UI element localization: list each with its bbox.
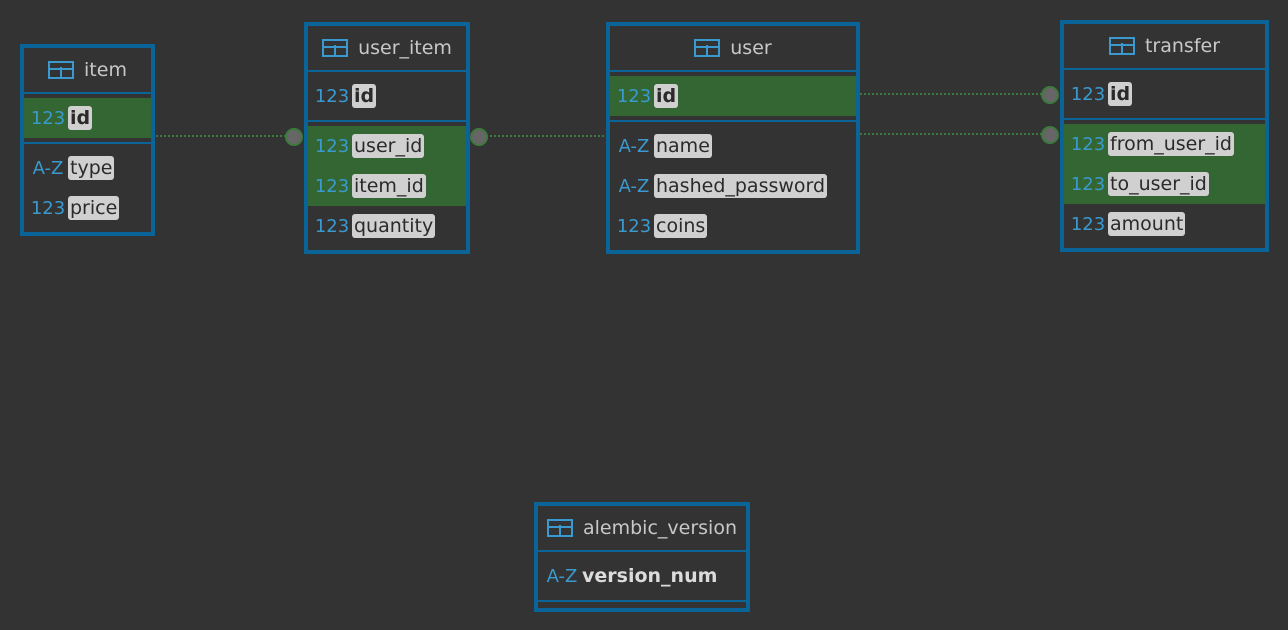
table-icon <box>322 39 349 57</box>
column-name: id <box>68 106 93 130</box>
column-section: 123 id <box>308 72 466 122</box>
table-icon <box>547 519 573 537</box>
column-section: A-Z type 123 price <box>24 144 151 232</box>
numeric-type-icon: 123 <box>314 85 350 107</box>
column-section <box>538 602 746 608</box>
numeric-type-icon: 123 <box>30 197 66 219</box>
column-row[interactable]: 123 id <box>610 76 856 116</box>
numeric-type-icon: 123 <box>1070 83 1106 105</box>
text-type-icon: A-Z <box>618 175 650 197</box>
table-icon <box>1108 37 1135 55</box>
column-name: coins <box>654 214 708 238</box>
column-row[interactable]: 123 coins <box>610 206 856 246</box>
table-title: user_item <box>358 37 452 59</box>
numeric-type-icon: 123 <box>30 107 66 129</box>
table-title: transfer <box>1144 35 1221 57</box>
column-row[interactable]: 123 id <box>24 98 151 138</box>
column-row[interactable]: 123 price <box>24 188 151 228</box>
numeric-type-icon: 123 <box>616 215 652 237</box>
table-title: user <box>730 37 772 59</box>
column-name: from_user_id <box>1108 132 1234 156</box>
column-section: 123 user_id 123 item_id 123 quantity <box>308 122 466 250</box>
column-section: A-Z name A-Z hashed_password 123 coins <box>610 122 856 250</box>
column-row[interactable]: A-Z version_num <box>538 556 746 596</box>
column-section: 123 id <box>610 72 856 122</box>
table-title: item <box>84 59 127 81</box>
table-user[interactable]: user 123 id A-Z name A-Z hashed_password 123 coi… <box>606 22 860 254</box>
column-row[interactable]: 123 from_user_id <box>1064 124 1265 164</box>
table-transfer[interactable]: transfer 123 id 123 from_user_id 123 to_user_i… <box>1060 20 1269 252</box>
column-row[interactable]: A-Z type <box>24 148 151 188</box>
column-name: type <box>68 156 115 180</box>
table-header: transfer <box>1064 24 1265 70</box>
table-title: alembic_version <box>583 517 737 539</box>
column-name: price <box>68 196 120 220</box>
column-row[interactable]: 123 item_id <box>308 166 466 206</box>
column-name: version_num <box>582 565 718 587</box>
column-name: item_id <box>352 174 426 198</box>
table-icon <box>694 39 721 57</box>
column-section: 123 from_user_id 123 to_user_id 123 amount <box>1064 120 1265 248</box>
text-type-icon: A-Z <box>32 157 64 179</box>
column-row[interactable]: 123 id <box>1064 74 1265 114</box>
numeric-type-icon: 123 <box>1070 133 1106 155</box>
column-row[interactable]: 123 id <box>308 76 466 116</box>
link-endpoint <box>1041 126 1059 144</box>
link-endpoint <box>285 128 303 146</box>
link-endpoint <box>1041 86 1059 104</box>
table-header: alembic_version <box>538 506 746 552</box>
column-name: id <box>654 84 679 108</box>
column-name: id <box>1108 82 1133 106</box>
numeric-type-icon: 123 <box>314 175 350 197</box>
column-row[interactable]: 123 to_user_id <box>1064 164 1265 204</box>
column-row[interactable]: 123 amount <box>1064 204 1265 244</box>
link-endpoint <box>470 128 488 146</box>
column-name: name <box>654 134 712 158</box>
column-name: hashed_password <box>654 174 828 198</box>
numeric-type-icon: 123 <box>1070 173 1106 195</box>
text-type-icon: A-Z <box>618 135 650 157</box>
table-header: user_item <box>308 26 466 72</box>
column-name: to_user_id <box>1108 172 1209 196</box>
numeric-type-icon: 123 <box>616 85 652 107</box>
column-name: id <box>352 84 377 108</box>
column-section: 123 id <box>1064 70 1265 120</box>
table-item[interactable]: item 123 id A-Z type 123 price <box>20 44 155 236</box>
column-row[interactable]: 123 quantity <box>308 206 466 246</box>
column-row[interactable]: 123 user_id <box>308 126 466 166</box>
numeric-type-icon: 123 <box>1070 213 1106 235</box>
table-header: item <box>24 48 151 94</box>
column-name: quantity <box>352 214 436 238</box>
column-section: 123 id <box>24 94 151 144</box>
column-name: amount <box>1108 212 1186 236</box>
column-row[interactable]: A-Z hashed_password <box>610 166 856 206</box>
table-icon <box>48 61 75 79</box>
column-section: A-Z version_num <box>538 552 746 602</box>
column-name: user_id <box>352 134 425 158</box>
column-row[interactable]: A-Z name <box>610 126 856 166</box>
table-alembic-version[interactable]: alembic_version A-Z version_num <box>534 502 750 612</box>
table-user-item[interactable]: user_item 123 id 123 user_id 123 item_id 123 qua… <box>304 22 470 254</box>
table-header: user <box>610 26 856 72</box>
numeric-type-icon: 123 <box>314 215 350 237</box>
text-type-icon: A-Z <box>546 565 578 587</box>
numeric-type-icon: 123 <box>314 135 350 157</box>
